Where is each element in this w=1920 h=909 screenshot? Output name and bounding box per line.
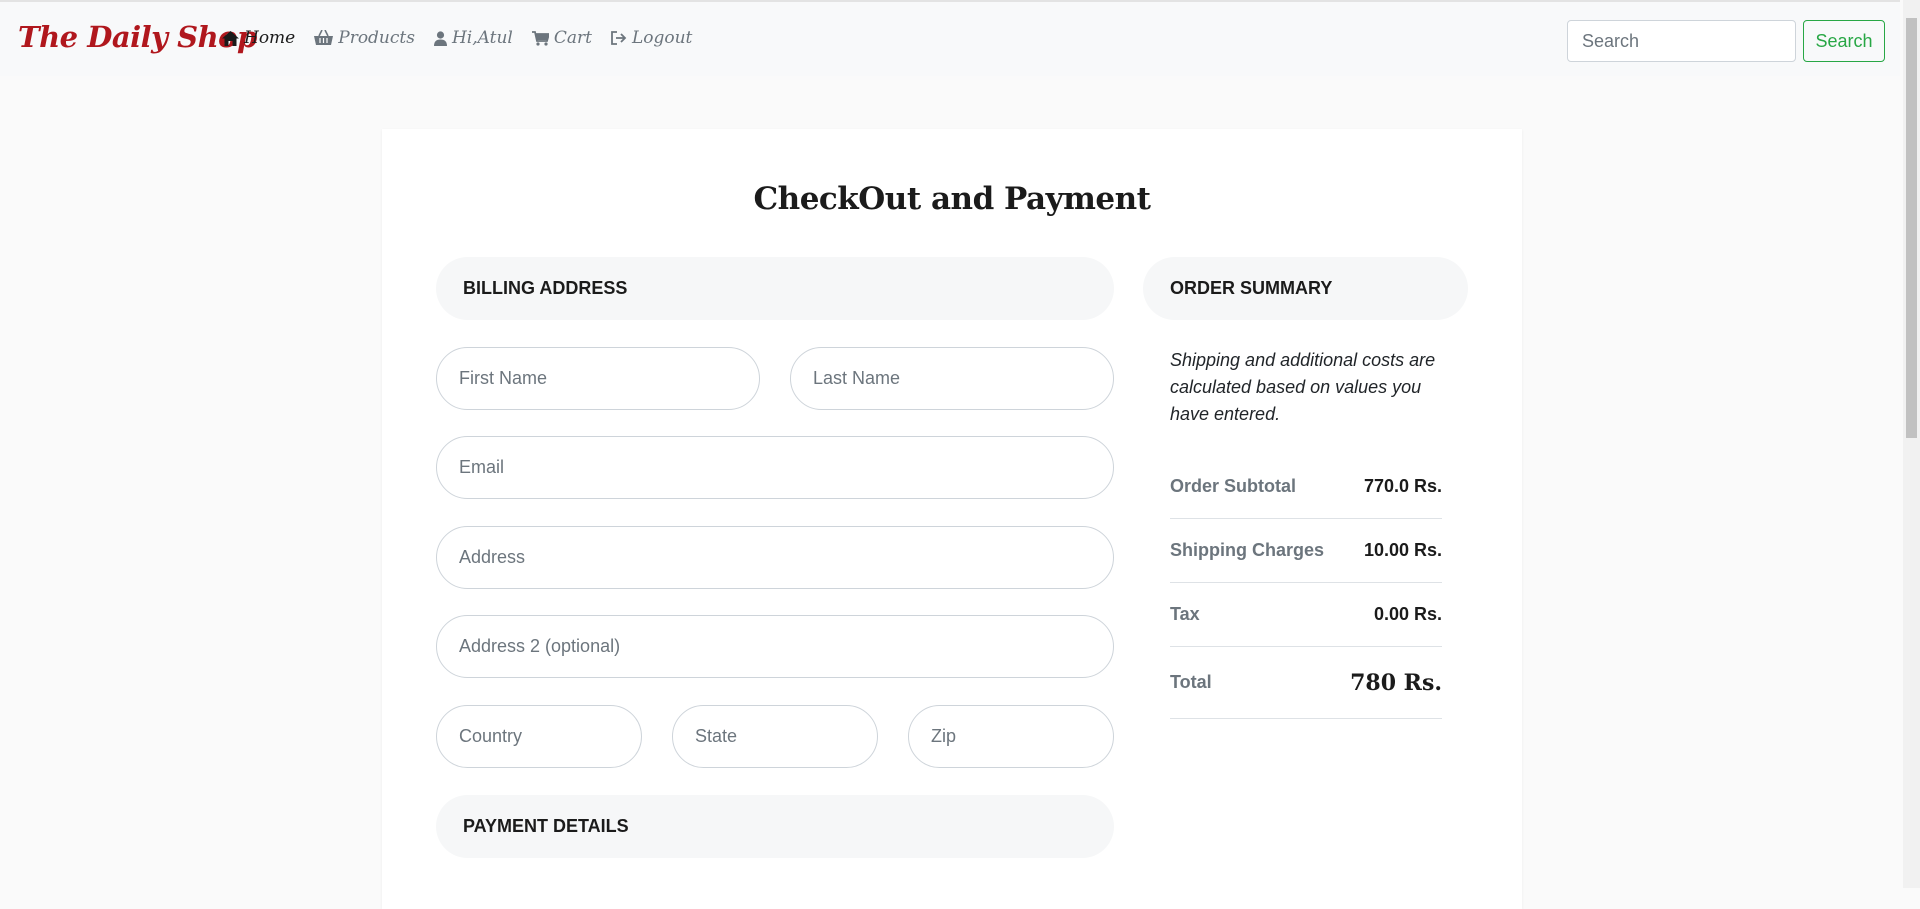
address2-field[interactable] [436, 615, 1114, 678]
scrollbar-thumb[interactable] [1906, 18, 1917, 438]
nav-item-home-label: Home [244, 28, 296, 48]
user-icon [433, 30, 447, 46]
nav-item-home[interactable]: Home [222, 28, 295, 48]
email-field[interactable] [436, 436, 1114, 499]
state-field[interactable] [672, 705, 878, 768]
order-summary-header: ORDER SUMMARY [1143, 257, 1468, 320]
search-button[interactable]: Search [1803, 20, 1885, 62]
basket-icon [314, 30, 334, 45]
summary-row-total: Total 780 Rs. [1170, 647, 1442, 719]
nav-item-products[interactable]: Products [314, 28, 415, 48]
summary-label: Order Subtotal [1170, 476, 1297, 496]
nav-item-cart-label: Cart [553, 28, 592, 48]
nav-item-logout[interactable]: Logout [611, 28, 692, 48]
summary-row-subtotal: Order Subtotal 770.0 Rs. [1170, 455, 1442, 519]
zip-field[interactable] [908, 705, 1114, 768]
summary-label: Tax [1170, 604, 1200, 624]
country-field[interactable] [436, 705, 642, 768]
nav-item-products-label: Products [338, 28, 415, 48]
summary-total-label: Total [1170, 672, 1212, 692]
search-input[interactable] [1567, 20, 1796, 62]
address-field[interactable] [436, 526, 1114, 589]
nav-item-cart[interactable]: Cart [531, 28, 592, 48]
payment-details-header: PAYMENT DETAILS [436, 795, 1114, 858]
brand-logo[interactable]: The Daily Shop [18, 20, 257, 54]
cart-icon [531, 30, 549, 46]
home-icon [222, 30, 239, 46]
logout-icon [611, 31, 627, 45]
nav-item-user-label: Hi,Atul [451, 28, 513, 48]
page-title: CheckOut and Payment [753, 181, 1152, 217]
summary-label: Shipping Charges [1170, 540, 1325, 560]
summary-value: 0.00 Rs. [1373, 604, 1442, 624]
checkout-card: CheckOut and Payment BILLING ADDRESS PAY… [382, 129, 1522, 909]
main-nav: Home Products Hi,Atul Cart Logout [222, 28, 711, 48]
navbar: The Daily Shop Home Products Hi,Atul Car… [0, 0, 1900, 76]
summary-row-shipping: Shipping Charges 10.00 Rs. [1170, 519, 1442, 583]
summary-total-value: 780 Rs. [1350, 669, 1442, 696]
nav-item-user[interactable]: Hi,Atul [433, 28, 513, 48]
summary-value: 770.0 Rs. [1363, 476, 1442, 496]
summary-row-tax: Tax 0.00 Rs. [1170, 583, 1442, 647]
page-scrollbar[interactable] [1903, 0, 1920, 888]
billing-address-header: BILLING ADDRESS [436, 257, 1114, 320]
summary-value: 10.00 Rs. [1363, 540, 1442, 560]
nav-item-logout-label: Logout [631, 28, 693, 48]
last-name-field[interactable] [790, 347, 1114, 410]
first-name-field[interactable] [436, 347, 760, 410]
shipping-note: Shipping and additional costs are calcul… [1170, 350, 1436, 424]
